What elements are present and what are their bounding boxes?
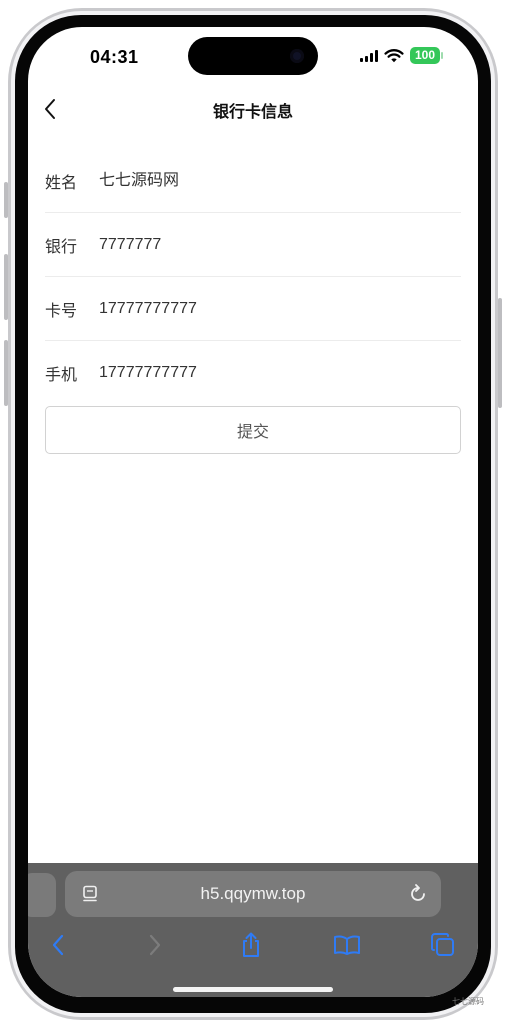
form-row-bank: 银行 [45,212,461,277]
card-number-field[interactable] [99,276,461,341]
status-time: 04:31 [90,47,139,67]
address-bar[interactable]: h5.qqymw.top [65,871,441,917]
bank-card-form: 姓名 银行 卡号 手机 [45,148,461,405]
device-stage: 04:31 100 银行卡信息 姓名 七七源码网 银行 7777777 卡号 1… [0,0,506,1024]
dynamic-island [188,37,318,75]
form-row-phone: 手机 [45,341,461,405]
url-text: h5.qqymw.top [200,884,306,903]
volume-up-button [4,254,8,320]
battery-icon: 100 [410,47,443,64]
forward-icon [149,934,161,956]
phone-label: 手机 [45,367,78,384]
power-button [498,298,502,408]
action-button [4,182,8,218]
reload-icon[interactable] [407,883,429,905]
phone-field[interactable] [99,341,461,405]
tabs-icon [431,933,454,956]
previous-tab-preview[interactable] [28,873,56,917]
page-title: 银行卡信息 [212,104,293,121]
share-button[interactable] [237,931,265,959]
cellular-signal-icon [360,49,378,62]
home-indicator[interactable] [173,987,333,992]
volume-down-button [4,340,8,406]
submit-button[interactable]: 提交 [45,406,461,454]
back-icon [52,934,64,956]
camera-icon [290,49,304,63]
watermark-text: 七七源码 [452,997,484,1006]
bookmarks-icon [334,935,360,955]
bookmarks-button[interactable] [333,931,361,959]
browser-bottom-bar: h5.qqymw.top [28,863,478,997]
name-label: 姓名 [45,174,78,192]
tabs-button[interactable] [429,931,457,959]
form-row-name: 姓名 [45,148,461,213]
page-settings-icon[interactable] [81,884,101,904]
name-field[interactable] [99,148,461,213]
browser-back-button[interactable] [44,931,72,959]
share-icon [243,932,259,957]
bank-label: 银行 [45,238,78,256]
card-number-label: 卡号 [45,302,78,320]
form-row-card-number: 卡号 [45,276,461,341]
screen: 04:31 100 银行卡信息 姓名 七七源码网 银行 7777777 卡号 1… [28,27,478,997]
status-indicators: 100 [360,47,443,64]
bank-field[interactable] [99,212,461,277]
nav-bar: 银行卡信息 [28,89,478,129]
browser-toolbar [28,925,478,965]
wifi-icon [384,49,404,63]
browser-forward-button[interactable] [141,931,169,959]
